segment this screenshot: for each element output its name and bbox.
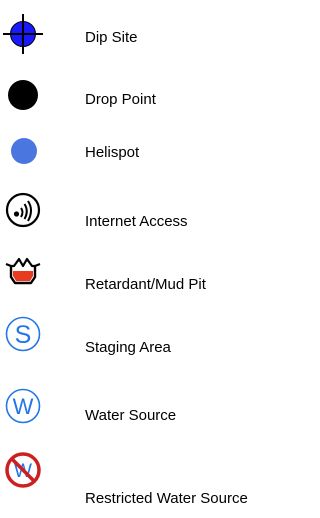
- map-symbol-legend: Dip Site Drop Point Helispot Internet Ac…: [0, 0, 295, 518]
- legend-item-restricted-water-source: W Restricted Water Source: [0, 450, 295, 507]
- legend-label: Water Source: [85, 407, 177, 424]
- legend-label: Staging Area: [85, 339, 171, 356]
- legend-label: Internet Access: [85, 213, 188, 230]
- legend-label: Restricted Water Source: [85, 490, 248, 507]
- legend-label: Retardant/Mud Pit: [85, 276, 206, 293]
- filled-circle-icon: [3, 75, 43, 115]
- legend-item-retardant-mud-pit: Retardant/Mud Pit: [0, 253, 295, 303]
- legend-item-staging-area: S Staging Area: [0, 310, 295, 360]
- wireless-signal-icon: [3, 190, 43, 230]
- prohibited-water-source-icon: W: [3, 450, 43, 490]
- retardant-pit-icon: [3, 253, 43, 293]
- legend-item-internet-access: Internet Access: [0, 190, 295, 240]
- legend-item-drop-point: Drop Point: [0, 71, 295, 121]
- circled-letter-w-icon: W: [3, 386, 43, 426]
- legend-label: Drop Point: [85, 91, 156, 108]
- crosshair-circle-icon: [3, 14, 43, 54]
- legend-item-helispot: Helispot: [0, 128, 295, 178]
- svg-text:S: S: [15, 321, 32, 349]
- legend-label: Helispot: [85, 144, 140, 161]
- svg-text:W: W: [13, 394, 34, 419]
- legend-label: Dip Site: [85, 29, 138, 46]
- legend-item-dip-site: Dip Site: [0, 12, 295, 62]
- filled-circle-icon: [3, 131, 43, 171]
- legend-item-water-source: W Water Source: [0, 386, 295, 436]
- circled-letter-s-icon: S: [3, 314, 43, 354]
